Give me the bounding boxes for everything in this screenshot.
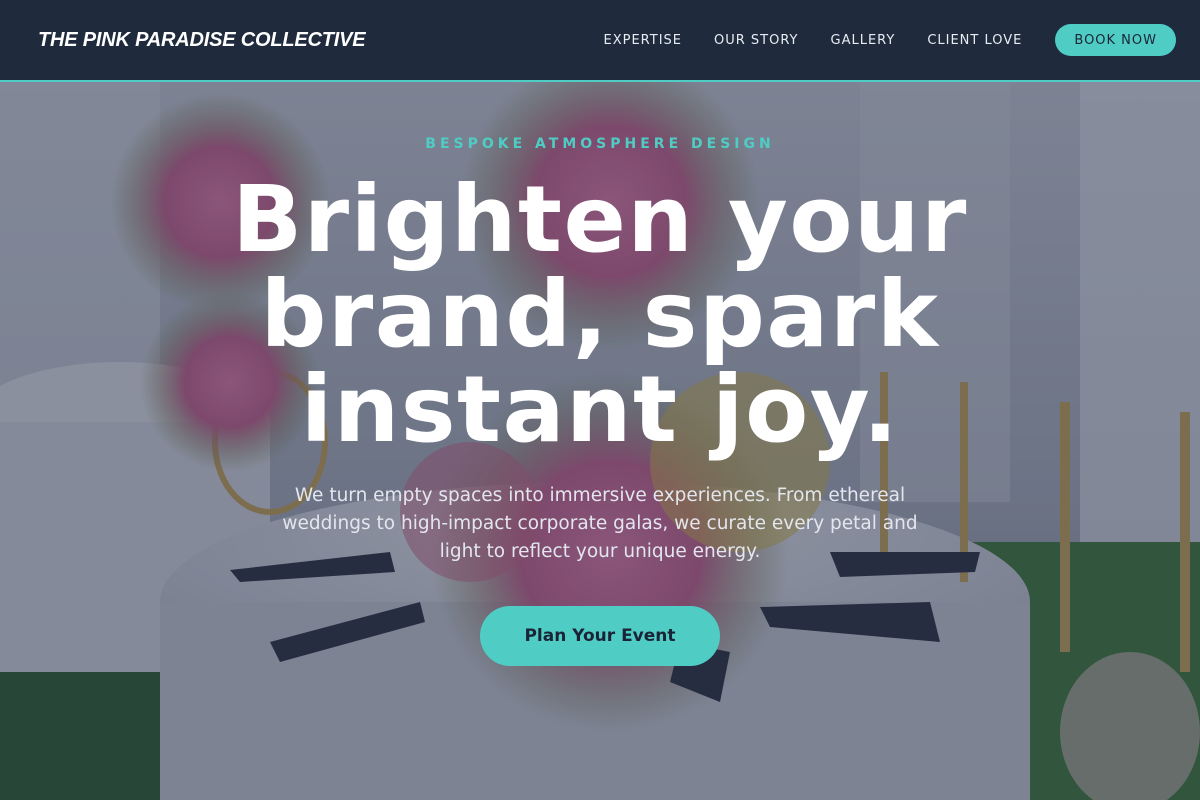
top-navbar: THE PINK PARADISE COLLECTIVE EXPERTISE O… (0, 0, 1200, 82)
nav-link-expertise[interactable]: EXPERTISE (604, 33, 683, 48)
hero-content: BESPOKE ATMOSPHERE DESIGN Brighten your … (0, 82, 1200, 800)
nav-link-client-love[interactable]: CLIENT LOVE (927, 33, 1022, 48)
headline-line: brand, spark (260, 261, 940, 368)
headline-line: Brighten your (232, 166, 968, 273)
book-now-button[interactable]: BOOK NOW (1055, 24, 1176, 56)
hero-subtext: We turn empty spaces into immersive expe… (282, 485, 918, 562)
main-nav: EXPERTISE OUR STORY GALLERY CLIENT LOVE … (572, 24, 1176, 56)
nav-link-our-story[interactable]: OUR STORY (714, 33, 798, 48)
brand-logo[interactable]: THE PINK PARADISE COLLECTIVE (38, 29, 366, 52)
hero-section: BESPOKE ATMOSPHERE DESIGN Brighten your … (0, 82, 1200, 800)
hero-headline: Brighten your brand, spark instant joy. (150, 172, 1050, 457)
hero-eyebrow: BESPOKE ATMOSPHERE DESIGN (425, 136, 775, 152)
nav-link-gallery[interactable]: GALLERY (831, 33, 896, 48)
plan-your-event-button[interactable]: Plan Your Event (480, 606, 720, 666)
headline-line: instant joy. (300, 356, 900, 463)
